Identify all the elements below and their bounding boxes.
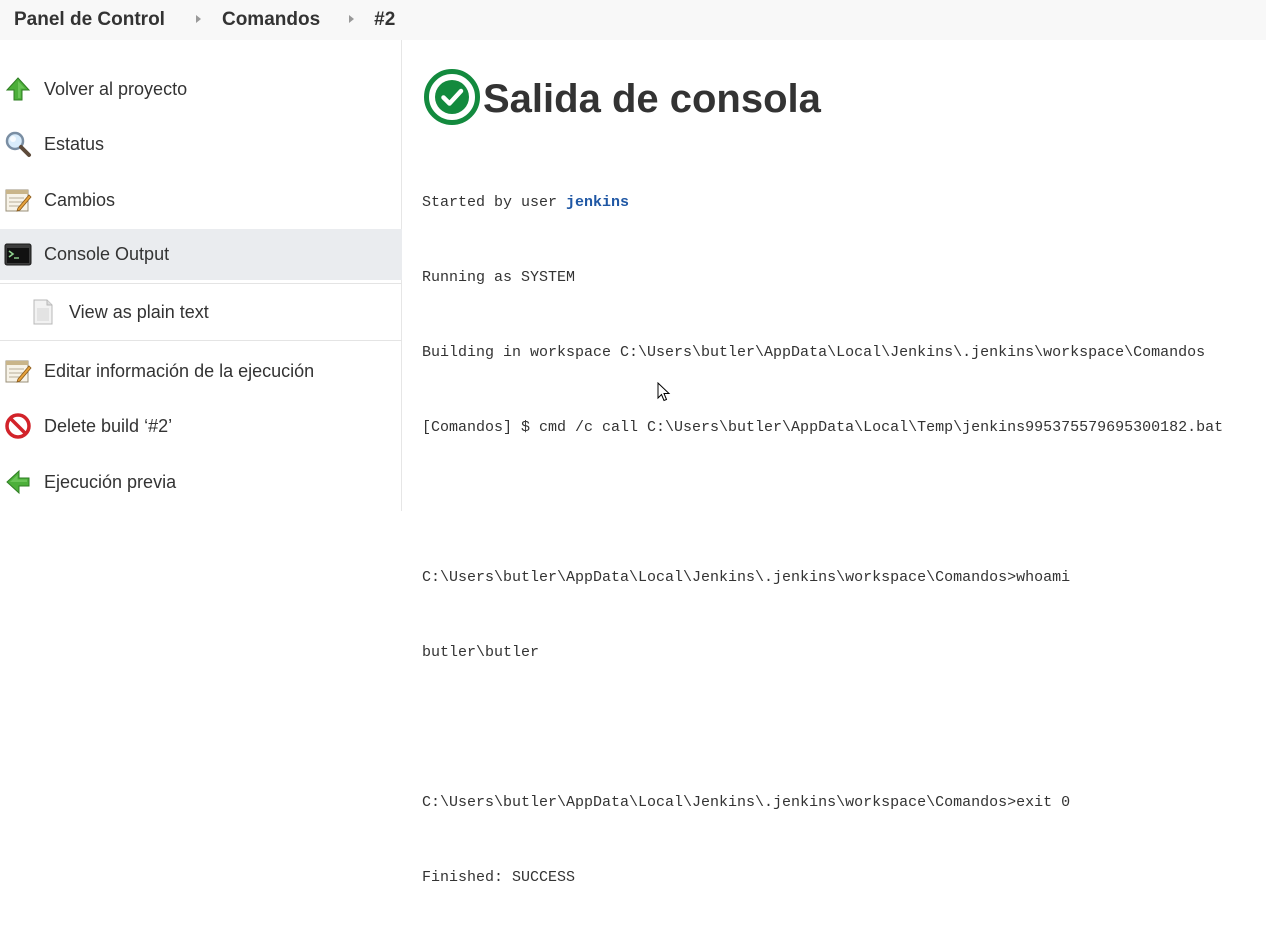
sidebar-item-status[interactable]: Estatus [0,116,402,172]
sidebar-item-delete-build[interactable]: Delete build ‘#2’ [0,398,402,454]
success-check-icon [423,68,481,131]
console-text: Started by user [422,194,567,211]
breadcrumb-build[interactable]: #2 [374,9,395,31]
sidebar-item-view-plain-text[interactable]: View as plain text [0,284,402,340]
console-line: Started by user jenkins [422,190,1223,215]
breadcrumb: Panel de Control Comandos #2 [0,0,1266,40]
console-line: C:\Users\butler\AppData\Local\Jenkins\.j… [422,569,1071,586]
console-line: [Comandos] $ cmd /c call C:\Users\butler… [422,419,1224,436]
breadcrumb-separator-icon [195,15,201,23]
green-left-arrow-icon [4,468,32,496]
console-line: Building in workspace C:\Users\butler\Ap… [422,344,1206,361]
sidebar-item-label: Estatus [44,133,105,154]
document-icon [29,298,57,326]
sidebar-item-label: Cambios [44,189,116,210]
notepad-icon [4,186,32,214]
sidebar-item-label: View as plain text [69,301,209,322]
terminal-icon [4,241,32,269]
sidebar-item-label: Console Output [44,244,170,264]
console-line: butler\butler [422,644,540,661]
divider [0,340,402,341]
sidebar-item-changes[interactable]: Cambios [0,172,402,228]
page-title: Salida de consola [483,77,821,121]
page-header: Salida de consola [423,68,821,131]
main-content: Salida de consola Started by user jenkin… [403,40,1266,886]
console-line: Finished: SUCCESS [422,869,576,886]
console-line: Running as SYSTEM [422,269,576,286]
mouse-cursor-icon [657,381,671,407]
breadcrumb-job[interactable]: Comandos [222,9,320,31]
sidebar-item-previous-build[interactable]: Ejecución previa [0,454,402,510]
magnifier-icon [4,130,32,158]
sidebar-item-label: Editar información de la ejecución [44,360,315,381]
breadcrumb-dashboard[interactable]: Panel de Control [14,9,165,31]
sidebar-item-label: Delete build ‘#2’ [44,415,173,436]
notepad-icon [4,357,32,385]
sidebar-item-label: Volver al proyecto [44,78,188,99]
breadcrumb-separator-icon [349,15,355,23]
sidebar: Volver al proyecto Estatus Cambios Conso… [0,40,402,511]
green-up-arrow-icon [4,75,32,103]
console-output: Started by user jenkins Running as SYSTE… [422,140,1223,940]
sidebar-item-back-to-project[interactable]: Volver al proyecto [0,60,402,118]
console-line: C:\Users\butler\AppData\Local\Jenkins\.j… [422,794,1071,811]
sidebar-item-edit-build-info[interactable]: Editar información de la ejecución [0,343,402,399]
user-link[interactable]: jenkins [566,194,629,211]
sidebar-item-label: Ejecución previa [44,471,177,492]
no-entry-icon [4,412,32,440]
sidebar-item-console-output[interactable]: Console Output [0,229,402,280]
